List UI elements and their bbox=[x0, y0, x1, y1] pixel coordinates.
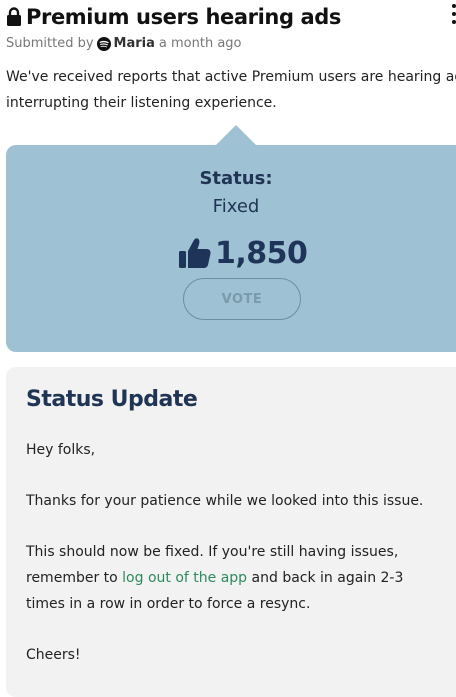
status-update-body: Hey folks, Thanks for your patience whil… bbox=[26, 437, 446, 693]
update-paragraph-2: This should now be fixed. If you're stil… bbox=[26, 539, 446, 617]
vote-count-row: 1,850 bbox=[178, 233, 308, 273]
thumbs-up-icon bbox=[179, 238, 211, 268]
more-vertical-icon[interactable] bbox=[452, 3, 456, 25]
update-paragraph-1: Thanks for your patience while we looked… bbox=[26, 493, 424, 509]
post-description: We've received reports that active Premi… bbox=[6, 69, 456, 111]
author-name[interactable]: Maria bbox=[114, 36, 155, 51]
vote-count: 1,850 bbox=[215, 235, 308, 271]
log-out-link[interactable]: log out of the app bbox=[122, 570, 247, 586]
submitted-by-label: Submitted by bbox=[6, 36, 94, 51]
status-value: Fixed bbox=[212, 196, 260, 217]
update-greeting: Hey folks, bbox=[26, 442, 96, 458]
post-meta: Submitted by Maria a month ago bbox=[6, 36, 456, 51]
status-card-pointer bbox=[216, 125, 256, 145]
post-title: Premium users hearing ads bbox=[26, 5, 341, 29]
update-signoff: Cheers! bbox=[26, 647, 81, 663]
post-time: a month ago bbox=[158, 36, 242, 51]
status-card: Status: Fixed 1,850 VOTE bbox=[6, 145, 456, 352]
spotify-logo-icon bbox=[96, 36, 111, 51]
status-update-card: Status Update Hey folks, Thanks for your… bbox=[6, 367, 456, 697]
title-row: Premium users hearing ads bbox=[6, 3, 456, 31]
status-update-title: Status Update bbox=[26, 387, 198, 412]
vote-button[interactable]: VOTE bbox=[183, 278, 301, 320]
status-label: Status: bbox=[199, 168, 273, 189]
post-header: Premium users hearing ads Submitted by M… bbox=[6, 3, 456, 51]
lock-icon bbox=[7, 7, 21, 26]
